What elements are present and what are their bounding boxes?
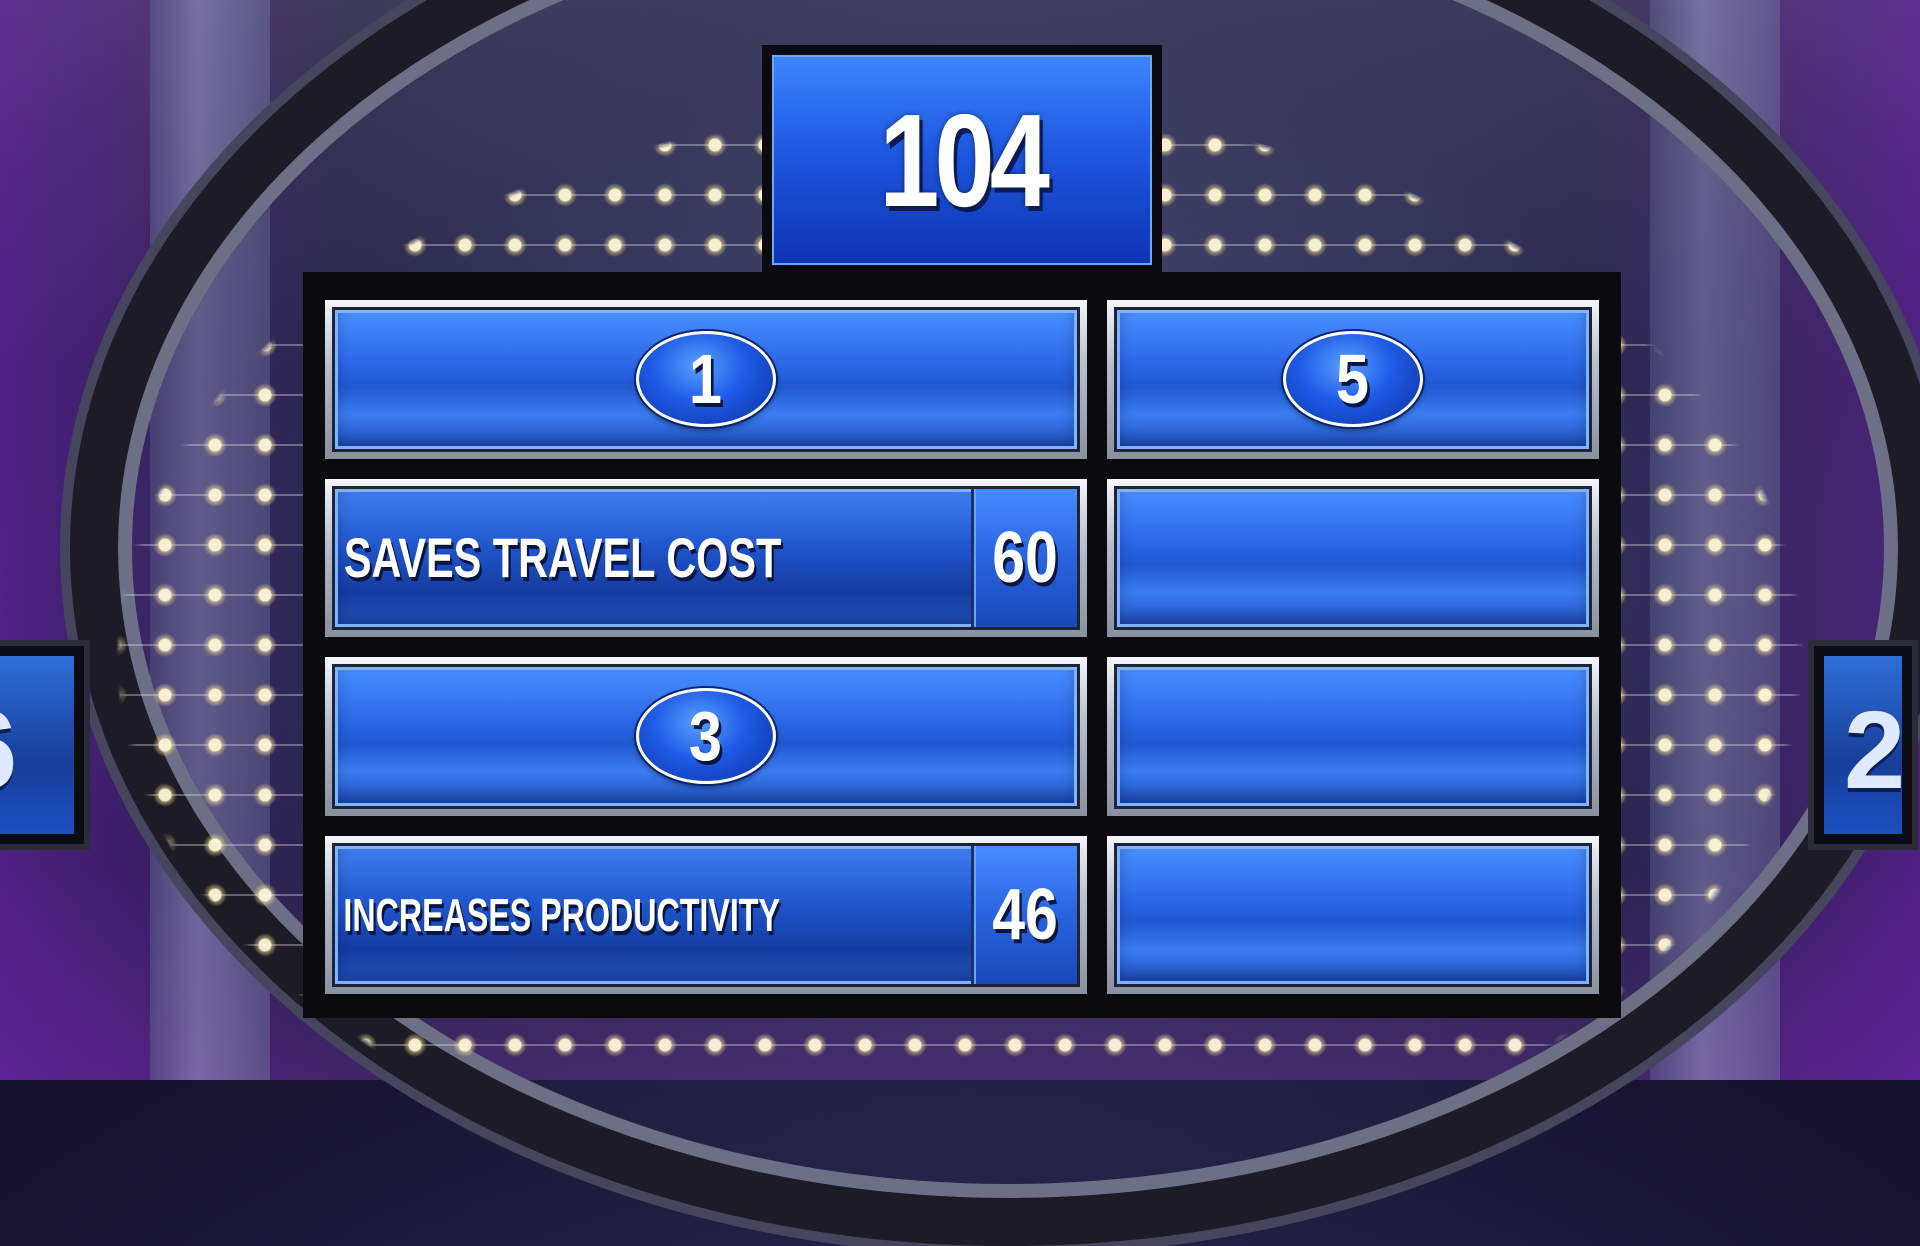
round-score-screen: 104 (772, 55, 1152, 265)
answer-points: 46 (970, 845, 1077, 984)
answer-number-badge: 3 (635, 688, 776, 785)
answer-number: 3 (689, 697, 723, 776)
answer-points: 60 (970, 488, 1077, 627)
answer-number-badge: 1 (635, 331, 776, 428)
answer-tile-face: 3 (332, 664, 1080, 809)
answer-number: 5 (1336, 340, 1370, 419)
round-score-value: 104 (879, 86, 1050, 234)
team-score-left: 6 (0, 656, 74, 834)
answer-points-value: 46 (992, 874, 1058, 955)
answer-number-badge: 5 (1282, 331, 1423, 428)
answer-tile-7 (1106, 657, 1599, 816)
answer-tile-face: INCREASES PRODUCTIVITY 46 (332, 842, 1080, 987)
team-score-monitor-right: 2 (1808, 640, 1918, 850)
answer-tile-2[interactable]: SAVES TRAVEL COST 60 (325, 478, 1087, 637)
answer-tile-face-blank (1113, 485, 1592, 630)
answer-tile-6 (1106, 478, 1599, 637)
answer-tile-face: SAVES TRAVEL COST 60 (332, 485, 1080, 630)
answer-points-value: 60 (992, 517, 1058, 598)
team-score-right: 2 (1824, 656, 1902, 834)
team-score-monitor-left: 6 (0, 640, 90, 850)
answer-tile-face: 1 (332, 307, 1080, 452)
answer-tile-8 (1106, 835, 1599, 994)
answer-tile-face-blank (1113, 842, 1592, 987)
answer-board: 1 SAVES TRAVEL COST 60 3 INCREASES PRODU… (303, 272, 1621, 1018)
answer-tile-4[interactable]: INCREASES PRODUCTIVITY 46 (325, 835, 1087, 994)
round-score-panel: 104 (762, 45, 1162, 275)
answer-tile-face: 5 (1113, 307, 1592, 452)
answer-tile-5[interactable]: 5 (1106, 300, 1599, 459)
answer-text: INCREASES PRODUCTIVITY (343, 888, 780, 941)
answer-tile-1[interactable]: 1 (325, 300, 1087, 459)
answer-number: 1 (689, 340, 723, 419)
answer-text: SAVES TRAVEL COST (343, 526, 782, 590)
answer-tile-face-blank (1113, 664, 1592, 809)
answer-tile-3[interactable]: 3 (325, 657, 1087, 816)
